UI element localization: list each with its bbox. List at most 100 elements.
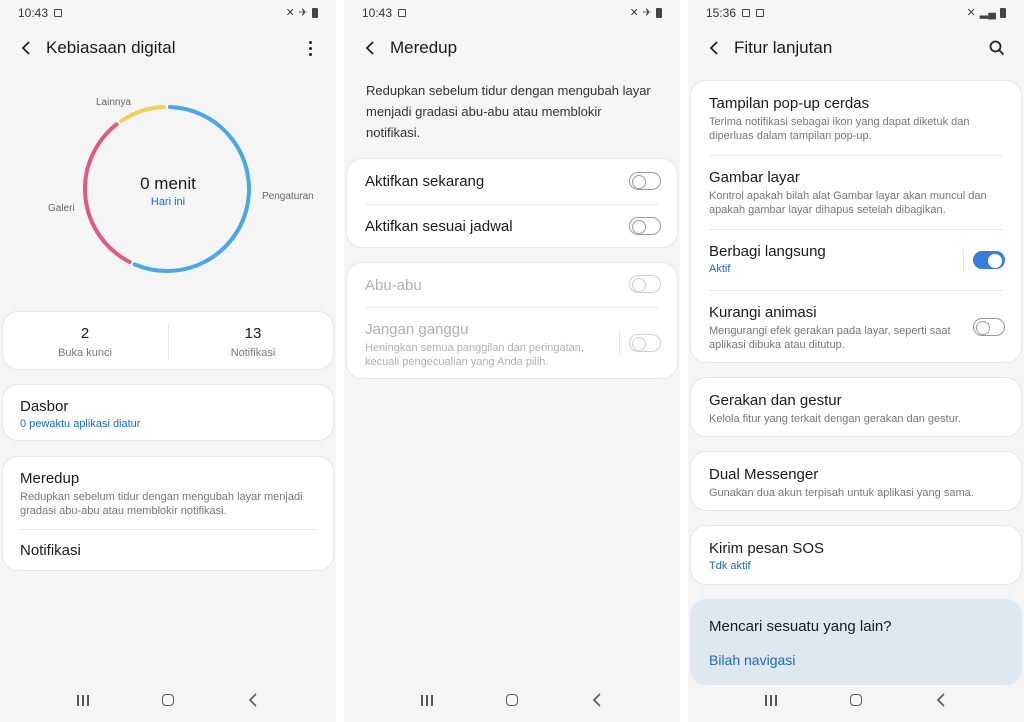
scheduled-toggle[interactable] — [629, 217, 661, 235]
home-icon — [505, 694, 518, 706]
back-nav-button[interactable] — [239, 686, 267, 714]
wind-down-options-card: Aktifkan sekarang Aktifkan sesuai jadwal — [346, 158, 678, 248]
navigation-bar-link[interactable]: Bilah navigasi — [709, 652, 795, 668]
screenshots-item[interactable]: Gambar layar Kontrol apakah bilah alat G… — [709, 169, 999, 217]
smart-popup-desc: Terima notifikasi sebagai ikon yang dapa… — [709, 116, 970, 142]
grayscale-label: Abu-abu — [365, 277, 422, 294]
donut-label-lainnya: Lainnya — [96, 97, 132, 108]
back-nav-icon — [937, 693, 945, 707]
notifications-stat[interactable]: 13 Notifikasi — [173, 325, 333, 359]
divider — [20, 529, 316, 530]
back-button[interactable] — [360, 38, 380, 58]
toggle-divider — [619, 331, 620, 355]
toggle-divider — [963, 249, 964, 273]
dual-messenger-desc: Gunakan dua akun terpisah untuk aplikasi… — [709, 487, 974, 499]
back-button[interactable] — [704, 38, 724, 58]
app-bar: Kebiasaan digital — [0, 30, 336, 66]
recents-icon — [76, 694, 89, 706]
divider — [365, 307, 659, 308]
recents-button[interactable] — [757, 686, 785, 714]
screenshots-title: Gambar layar — [709, 169, 800, 186]
unlocks-stat[interactable]: 2 Buka kunci — [5, 325, 165, 359]
home-button[interactable] — [154, 686, 182, 714]
reduce-animations-toggle[interactable] — [973, 318, 1005, 336]
status-time: 10:43 — [362, 6, 393, 20]
usage-time-period: Hari ini — [150, 196, 186, 208]
mute-icon: ✕ — [285, 6, 295, 19]
navigation-bar — [0, 678, 336, 722]
page-title: Kebiasaan digital — [46, 38, 176, 57]
battery-icon — [1000, 8, 1006, 18]
back-arrow-icon — [365, 41, 374, 55]
back-nav-button[interactable] — [583, 686, 611, 714]
notifications-label: Notifikasi — [230, 347, 276, 359]
battery-icon — [656, 8, 662, 18]
wind-down-item[interactable]: Meredup Redupkan sebelum tidur dengan me… — [20, 470, 310, 518]
sos-messages-card[interactable]: Kirim pesan SOS Tdk aktif — [690, 525, 1022, 585]
airplane-icon: ✈ — [298, 6, 308, 19]
dashboard-card[interactable]: Dasbor 0 pewaktu aplikasi diatur — [2, 384, 334, 441]
reduce-animations-desc: Mengurangi efek gerakan pada layar, sepe… — [709, 325, 951, 351]
sos-messages-status: Tdk aktif — [709, 560, 751, 572]
back-arrow-icon — [709, 41, 718, 55]
status-time: 10:43 — [18, 6, 49, 20]
back-nav-button[interactable] — [927, 686, 955, 714]
screenshot-notification-icon — [756, 9, 765, 17]
recents-button[interactable] — [69, 686, 97, 714]
status-bar: 15:36 ✕ ▂▄ — [688, 0, 1024, 26]
turn-on-now-item[interactable]: Aktifkan sekarang — [365, 173, 484, 190]
home-icon — [161, 694, 174, 706]
unlocks-label: Buka kunci — [58, 347, 112, 359]
usage-time-value: 0 menit — [140, 174, 196, 193]
grayscale-item: Abu-abu — [365, 277, 422, 294]
direct-share-title: Berbagi langsung — [709, 243, 826, 260]
turn-on-now-label: Aktifkan sekarang — [365, 173, 485, 190]
status-time: 15:36 — [706, 6, 737, 20]
donut-segment-lainnya[interactable] — [119, 105, 167, 124]
mute-icon: ✕ — [629, 6, 639, 19]
do-not-disturb-toggle — [629, 334, 661, 352]
navigation-bar — [688, 678, 1024, 722]
turn-on-now-toggle[interactable] — [629, 172, 661, 190]
stats-card: 2 Buka kunci 13 Notifikasi — [2, 311, 334, 370]
wind-down-screen: 10:43 ✕ ✈ Meredup Redupkan sebelum tidur… — [344, 0, 680, 722]
page-title: Meredup — [390, 38, 458, 57]
wind-down-desc: Redupkan sebelum tidur dengan mengubah l… — [20, 491, 303, 517]
dashboard-title: Dasbor — [20, 398, 69, 415]
looking-for-title: Mencari sesuatu yang lain? — [709, 618, 892, 635]
app-bar: Meredup — [344, 30, 680, 66]
reduce-animations-item[interactable]: Kurangi animasi Mengurangi efek gerakan … — [709, 304, 959, 352]
direct-share-toggle[interactable] — [973, 251, 1005, 269]
grayscale-toggle — [629, 275, 661, 293]
back-nav-icon — [593, 693, 601, 707]
back-button[interactable] — [16, 38, 36, 58]
more-options-icon[interactable] — [300, 38, 320, 58]
smart-popup-item[interactable]: Tampilan pop-up cerdas Terima notifikasi… — [709, 95, 999, 143]
battery-icon — [312, 8, 318, 18]
home-button[interactable] — [498, 686, 526, 714]
status-bar: 10:43 ✕ ✈ — [344, 0, 680, 26]
gallery-notification-icon — [54, 9, 63, 17]
do-not-disturb-desc: Heningkan semua panggilan dan peringatan… — [365, 342, 584, 368]
divider — [709, 290, 1003, 291]
recents-icon — [764, 694, 777, 706]
looking-for-something-card: Mencari sesuatu yang lain? Bilah navigas… — [690, 599, 1022, 685]
direct-share-item[interactable]: Berbagi langsung Aktif — [709, 243, 826, 275]
recents-button[interactable] — [413, 686, 441, 714]
direct-share-status: Aktif — [709, 263, 731, 275]
notifications-item[interactable]: Notifikasi — [20, 542, 81, 559]
reduce-animations-title: Kurangi animasi — [709, 304, 817, 321]
app-bar: Fitur lanjutan — [688, 30, 1024, 66]
motions-gestures-title: Gerakan dan gestur — [709, 392, 842, 409]
wind-down-intro: Redupkan sebelum tidur dengan mengubah l… — [366, 83, 651, 140]
notifications-title: Notifikasi — [20, 542, 81, 559]
home-button[interactable] — [842, 686, 870, 714]
home-icon — [849, 694, 862, 706]
dual-messenger-card[interactable]: Dual Messenger Gunakan dua akun terpisah… — [690, 451, 1022, 511]
signal-icon: ▂▄ — [979, 6, 996, 19]
advanced-features-screen: 15:36 ✕ ▂▄ Fitur lanjutan Tampilan pop-u… — [688, 0, 1024, 722]
scheduled-item[interactable]: Aktifkan sesuai jadwal — [365, 218, 513, 235]
motions-gestures-card[interactable]: Gerakan dan gestur Kelola fitur yang ter… — [690, 377, 1022, 437]
search-button[interactable] — [986, 37, 1008, 59]
do-not-disturb-label: Jangan ganggu — [365, 321, 469, 338]
